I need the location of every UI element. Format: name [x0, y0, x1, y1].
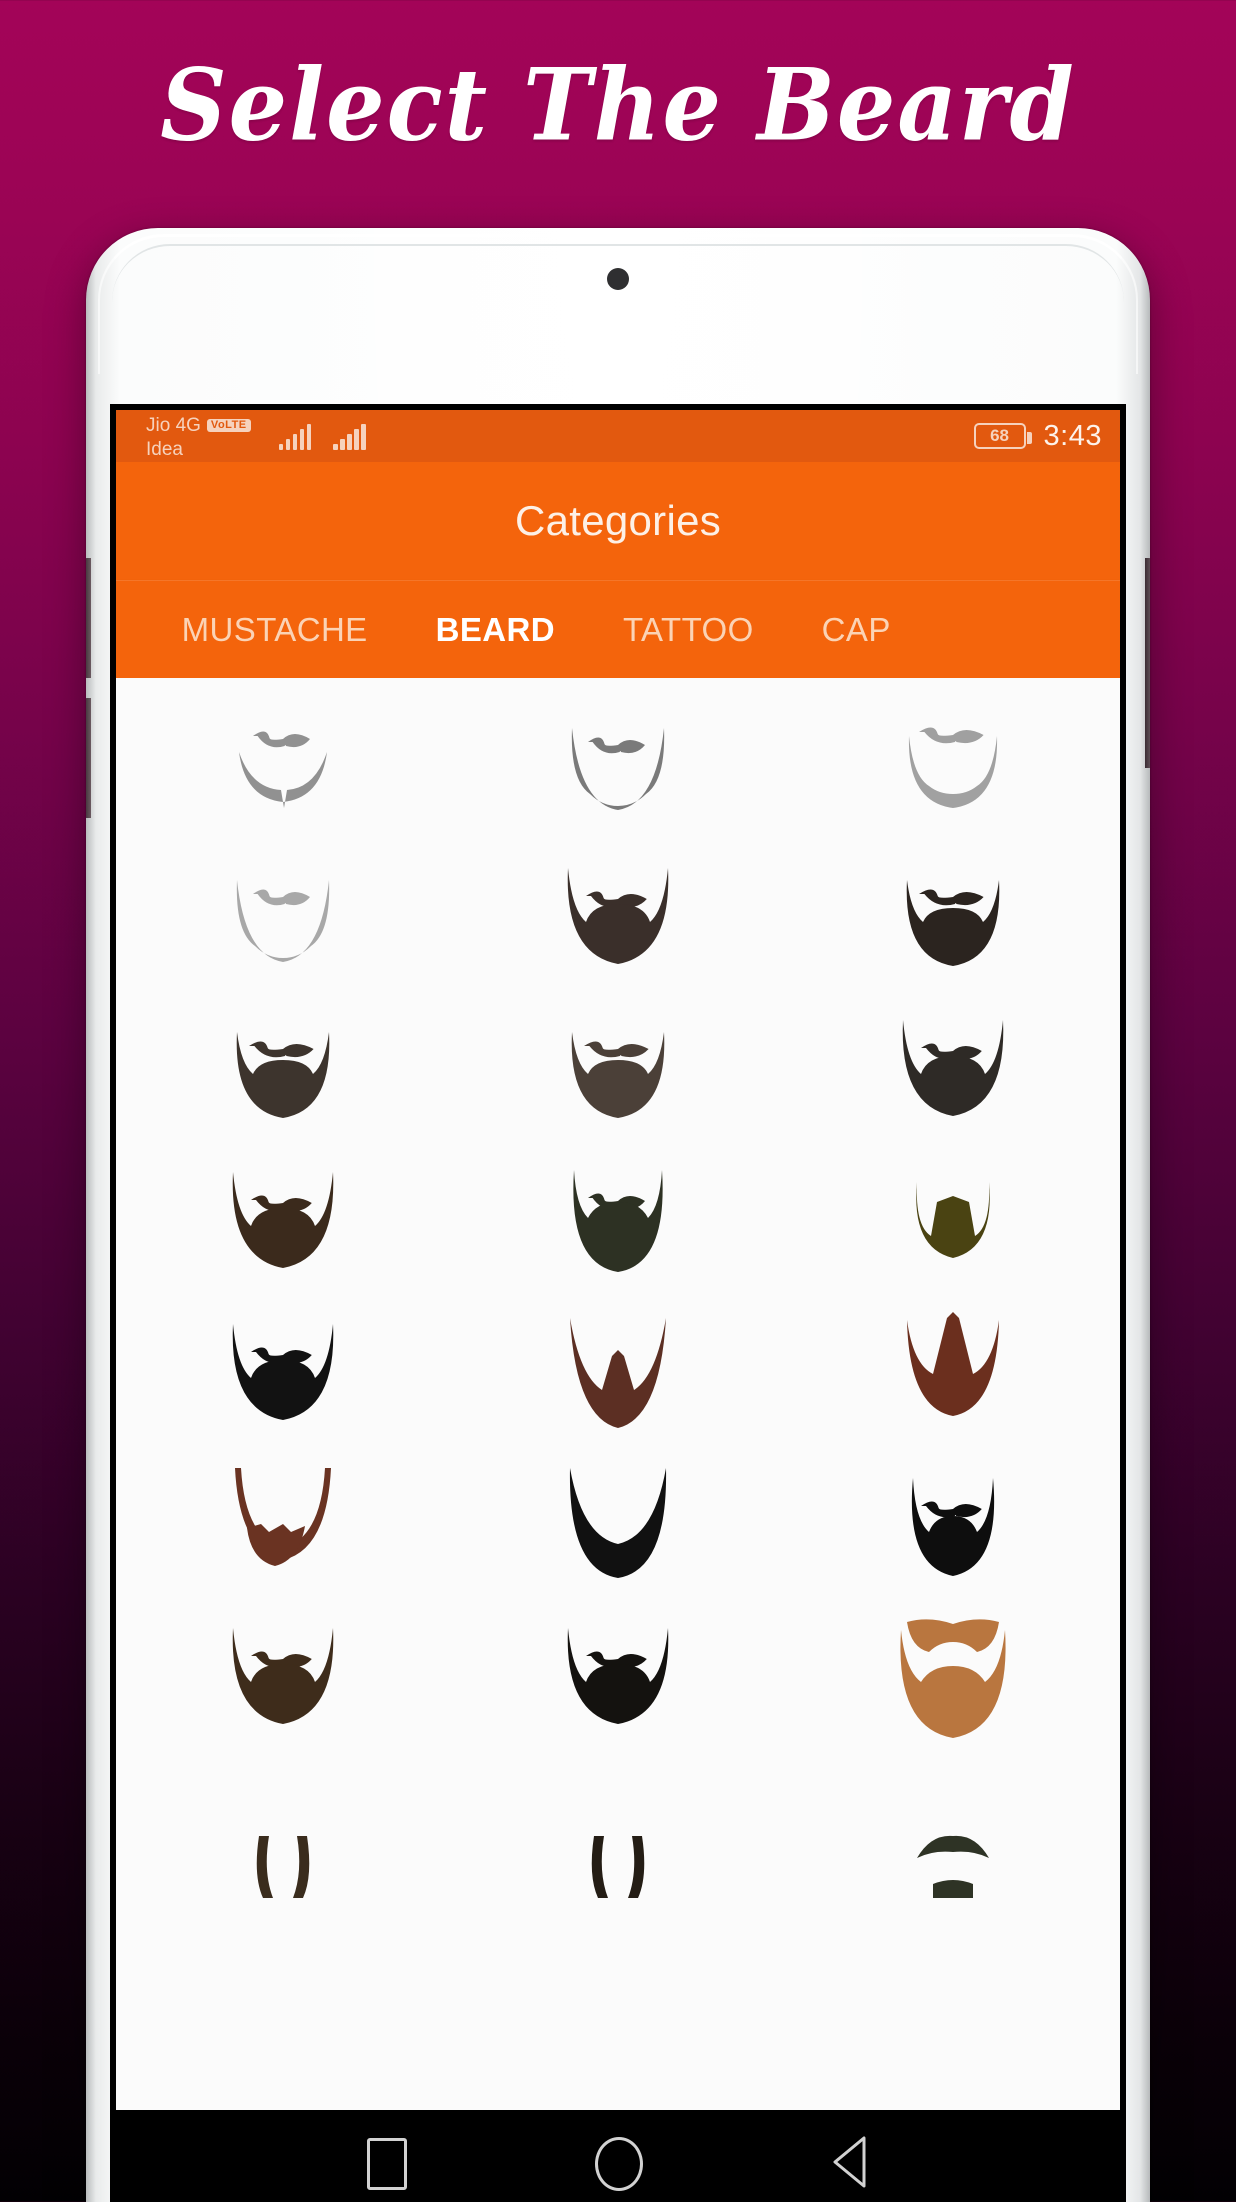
beard-grid-row — [116, 1148, 1120, 1300]
back-icon[interactable] — [831, 2134, 869, 2195]
battery-level-label: 68 — [990, 426, 1009, 445]
carrier-info: Jio 4G VoLTE Idea — [146, 414, 251, 459]
beard-thumb-2-cell[interactable] — [451, 692, 786, 844]
beard-thumb-16 — [235, 1468, 332, 1566]
beard-thumb-4-cell[interactable] — [116, 844, 451, 996]
beard-thumb-19-cell[interactable] — [116, 1604, 451, 1756]
beard-grid-row — [116, 1300, 1120, 1452]
beard-thumb-18 — [911, 1478, 994, 1576]
beard-thumb-3 — [908, 727, 997, 808]
carrier-primary-label: Jio 4G — [146, 414, 201, 436]
headline-banner: Select The Beard — [0, 0, 1236, 210]
beard-grid-row — [116, 1604, 1120, 1756]
beard-thumb-22 — [257, 1836, 310, 1898]
status-bar-clock: 3:43 — [1043, 419, 1102, 452]
app-viewport: Jio 4G VoLTE Idea 68 3:43 Categories MUS… — [116, 410, 1120, 2202]
beard-thumb-20-cell[interactable] — [451, 1604, 786, 1756]
beard-thumb-9-cell[interactable] — [785, 996, 1120, 1148]
beard-thumb-14 — [570, 1318, 666, 1428]
beard-thumb-9 — [902, 1020, 1003, 1116]
volte-badge: VoLTE — [206, 418, 251, 432]
beard-thumb-8 — [571, 1032, 665, 1118]
beard-thumb-12 — [915, 1182, 990, 1258]
carrier-primary-row: Jio 4G VoLTE — [146, 416, 251, 435]
beard-thumb-15-cell[interactable] — [785, 1300, 1120, 1452]
volume-down-button[interactable] — [86, 698, 91, 818]
battery-icon: 68 — [973, 423, 1032, 449]
beard-grid-row — [116, 844, 1120, 996]
beard-thumb-21-cell[interactable] — [785, 1604, 1120, 1756]
beard-thumb-2 — [571, 728, 665, 810]
proximity-sensor-icon — [607, 268, 629, 290]
beard-thumb-11-cell[interactable] — [451, 1148, 786, 1300]
beard-thumb-14-cell[interactable] — [451, 1300, 786, 1452]
beard-thumb-11 — [573, 1170, 663, 1272]
beard-thumb-18-cell[interactable] — [785, 1452, 1120, 1604]
beard-thumb-23 — [591, 1836, 645, 1898]
phone-screen: Jio 4G VoLTE Idea 68 3:43 Categories MUS… — [110, 404, 1126, 2202]
beard-thumb-15 — [906, 1312, 999, 1416]
beard-thumb-5 — [567, 868, 669, 964]
beard-thumb-19 — [233, 1628, 334, 1724]
beard-thumb-13-cell[interactable] — [116, 1300, 451, 1452]
volume-up-button[interactable] — [86, 558, 91, 678]
status-bar-right: 68 3:43 — [973, 419, 1102, 453]
beard-thumb-21 — [900, 1619, 1006, 1738]
beard-thumb-5-cell[interactable] — [451, 844, 786, 996]
beard-thumb-23-cell[interactable] — [451, 1756, 786, 1908]
tab-tattoo[interactable]: TATTOO — [589, 611, 788, 649]
signal-strength-group — [278, 414, 366, 450]
carrier-secondary-label: Idea — [146, 438, 183, 460]
tab-mustache[interactable]: MUSTACHE — [148, 611, 402, 649]
tab-gles[interactable]: GLES — [116, 611, 148, 649]
phone-bezel-highlight-inner — [112, 244, 1124, 394]
app-bar-title: Categories — [514, 497, 722, 544]
power-button[interactable] — [1145, 558, 1150, 768]
beard-thumb-8-cell[interactable] — [451, 996, 786, 1148]
page-title: Select The Beard — [160, 46, 1076, 164]
beard-thumb-7 — [237, 1032, 330, 1118]
tab-cap[interactable]: CAP — [788, 611, 925, 649]
beard-thumb-6-cell[interactable] — [785, 844, 1120, 996]
beard-thumb-4 — [237, 880, 330, 962]
beard-thumb-20 — [567, 1628, 669, 1724]
beard-thumb-13 — [233, 1324, 334, 1420]
phone-bezel-highlight — [98, 234, 1138, 374]
signal-bars-sim2-icon — [333, 423, 366, 450]
beard-thumb-17 — [569, 1468, 667, 1578]
beard-thumb-10-cell[interactable] — [116, 1148, 451, 1300]
status-bar-left: Jio 4G VoLTE Idea — [146, 414, 366, 459]
beard-thumb-12-cell[interactable] — [785, 1148, 1120, 1300]
tab-beard[interactable]: BEARD — [402, 611, 589, 649]
beard-grid-row — [116, 1756, 1120, 1908]
beard-thumb-7-cell[interactable] — [116, 996, 451, 1148]
beard-grid[interactable] — [116, 678, 1120, 2110]
beard-grid-row — [116, 692, 1120, 844]
beard-grid-row — [116, 1452, 1120, 1604]
beard-grid-row — [116, 996, 1120, 1148]
phone-mockup: Jio 4G VoLTE Idea 68 3:43 Categories MUS… — [86, 228, 1150, 2202]
beard-thumb-17-cell[interactable] — [451, 1452, 786, 1604]
home-icon[interactable] — [595, 2137, 643, 2191]
beard-thumb-10 — [233, 1172, 334, 1268]
beard-thumb-3-cell[interactable] — [785, 692, 1120, 844]
beard-thumb-24-cell[interactable] — [785, 1756, 1120, 1908]
beard-thumb-6 — [906, 880, 999, 966]
beard-thumb-16-cell[interactable] — [116, 1452, 451, 1604]
category-tab-bar[interactable]: GLESMUSTACHEBEARDTATTOOCAP — [116, 580, 1120, 678]
status-bar: Jio 4G VoLTE Idea 68 3:43 — [116, 410, 1120, 462]
signal-bars-sim1-icon — [278, 423, 312, 450]
recent-apps-icon[interactable] — [367, 2138, 407, 2190]
android-navigation-bar[interactable] — [116, 2110, 1120, 2202]
beard-thumb-1 — [239, 731, 328, 808]
beard-thumb-22-cell[interactable] — [116, 1756, 451, 1908]
beard-thumb-24 — [916, 1835, 989, 1898]
beard-thumb-1-cell[interactable] — [116, 692, 451, 844]
app-bar: Categories — [116, 462, 1120, 580]
category-tab-strip[interactable]: GLESMUSTACHEBEARDTATTOOCAP — [116, 611, 1120, 649]
